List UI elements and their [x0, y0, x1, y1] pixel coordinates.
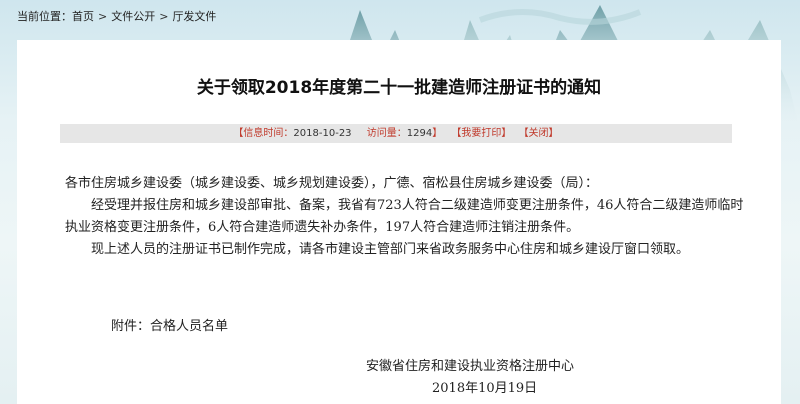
article-info-bar: 【信息时间：2018-10-23 访问量：1294】 【我要打印】 【关闭】: [60, 124, 732, 143]
info-views-label: 访问量：: [366, 128, 407, 139]
breadcrumb-home-link[interactable]: 首页: [72, 10, 94, 23]
info-views-value: 1294: [406, 128, 433, 139]
attachment-link[interactable]: 附件：合格人员名单: [111, 315, 228, 334]
salutation: 各市住房城乡建设委（城乡建设委、城乡规划建设委），广德、宿松县住房城乡建设委（局…: [65, 176, 599, 191]
print-link[interactable]: 【我要打印】: [451, 124, 511, 143]
paragraph-1: 经受理并报住房和城乡建设部审批、备案，我省有723人符合二级建造师变更注册条件，…: [65, 198, 744, 235]
breadcrumb-separator: >: [159, 10, 169, 23]
article-body: 各市住房城乡建设委（城乡建设委、城乡规划建设委），广德、宿松县住房城乡建设委（局…: [65, 173, 745, 261]
info-views-close: 】: [432, 128, 443, 139]
breadcrumb-file-public-link[interactable]: 文件公开: [111, 10, 155, 23]
signature: 安徽省住房和建设执业资格注册中心: [366, 359, 575, 374]
breadcrumb-prefix: 当前位置：: [17, 10, 72, 23]
issue-date: 2018年10月19日: [432, 381, 538, 396]
article-card: 关于领取2018年度第二十一批建造师注册证书的通知 【信息时间：2018-10-…: [17, 40, 781, 404]
close-link[interactable]: 【关闭】: [519, 124, 559, 143]
info-time-value: 2018-10-23: [293, 128, 352, 139]
breadcrumb-department-files-link[interactable]: 厅发文件: [172, 10, 216, 23]
breadcrumb-separator: >: [98, 10, 108, 23]
breadcrumb: 当前位置：首页 > 文件公开 > 厅发文件: [17, 9, 216, 25]
article-title: 关于领取2018年度第二十一批建造师注册证书的通知: [196, 78, 602, 98]
info-time-label: 【信息时间：: [233, 128, 294, 139]
paragraph-2: 现上述人员的注册证书已制作完成，请各市建设主管部门来省政务服务中心住房和城乡建设…: [91, 242, 690, 257]
